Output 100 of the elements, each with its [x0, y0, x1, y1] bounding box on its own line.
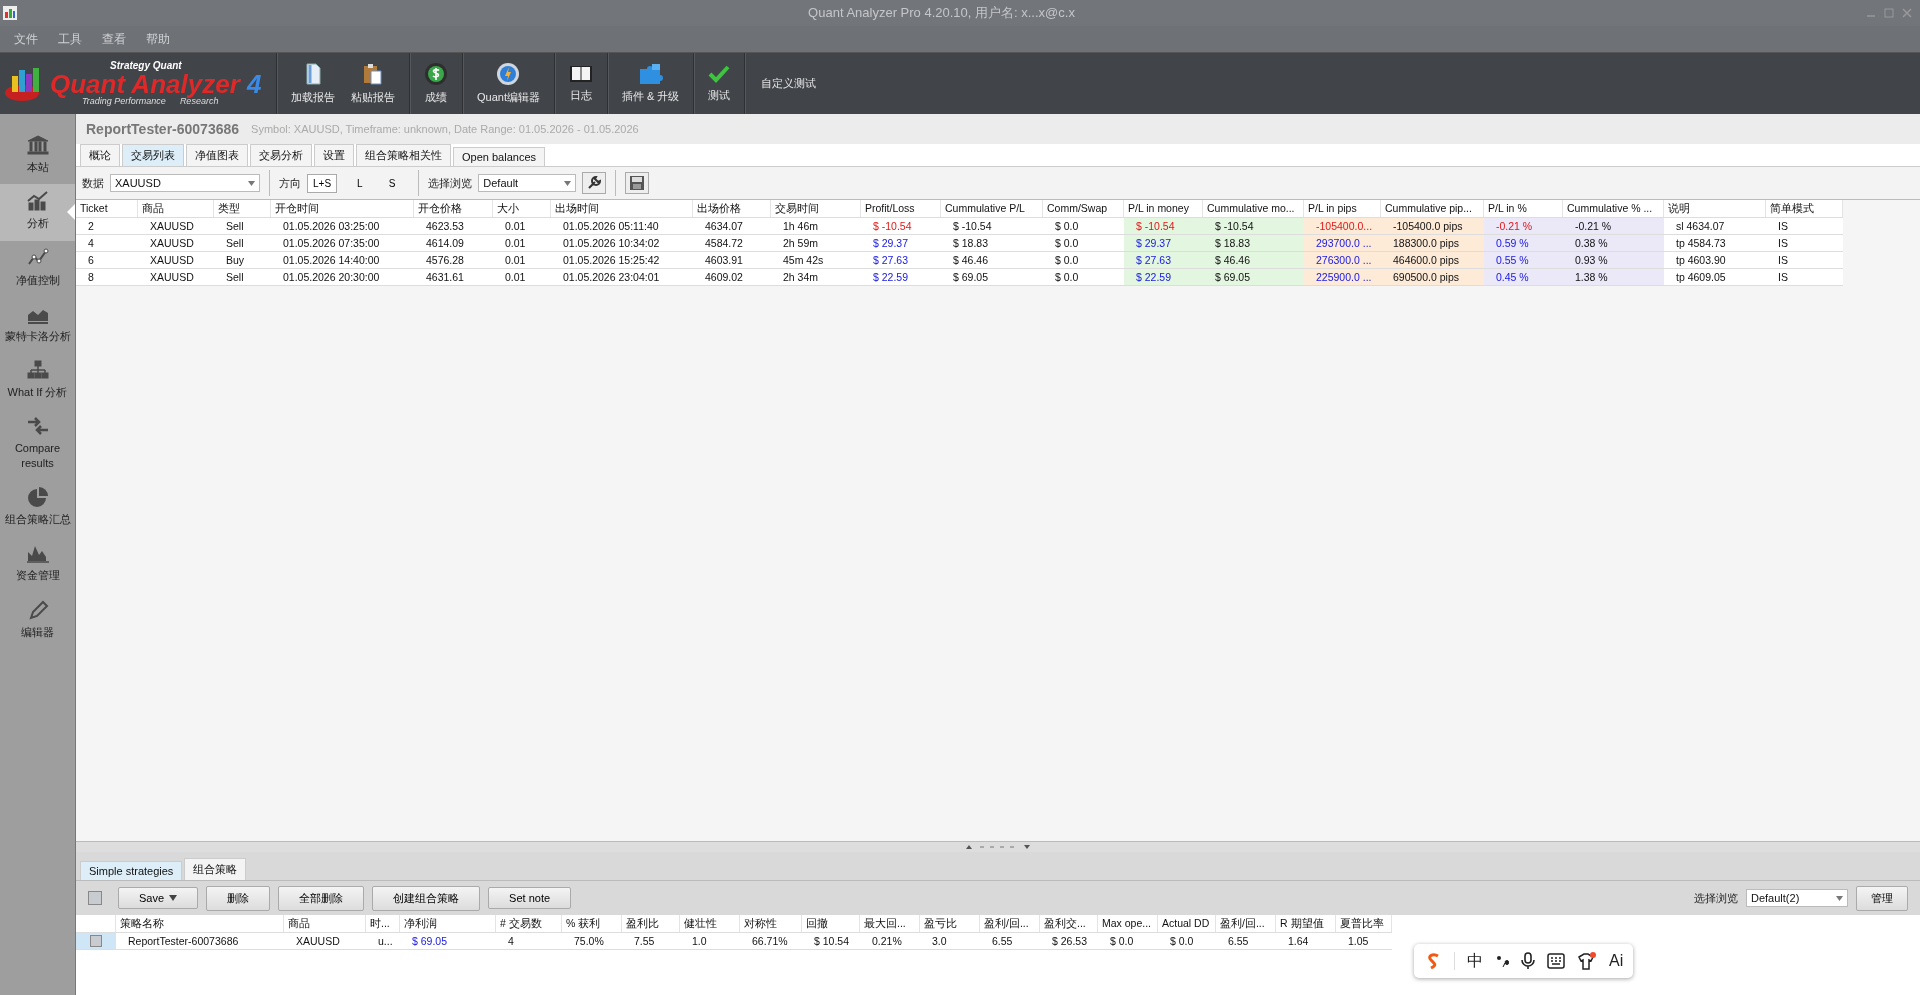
select-all-checkbox[interactable]	[88, 891, 102, 905]
toolbar-button[interactable]: 日志	[560, 53, 601, 114]
column-header[interactable]: Cummulative P/L	[941, 200, 1043, 217]
action-button[interactable]: Save	[118, 887, 199, 909]
column-header[interactable]: Actual DD	[1158, 915, 1216, 932]
column-header[interactable]: P/L in %	[1484, 200, 1563, 217]
tab[interactable]: 净值图表	[186, 144, 248, 166]
column-header[interactable]: Max ope...	[1098, 915, 1158, 932]
tab[interactable]: 交易分析	[250, 144, 312, 166]
column-header[interactable]: 盈亏比	[920, 915, 980, 932]
column-header[interactable]: R 期望值	[1276, 915, 1336, 932]
column-header[interactable]: 说明	[1664, 200, 1766, 217]
column-header[interactable]: 开仓价格	[414, 200, 493, 217]
row-checkbox[interactable]	[90, 935, 102, 947]
tab[interactable]: Simple strategies	[80, 861, 183, 880]
tab[interactable]: 组合策略	[184, 858, 247, 880]
view-dropdown[interactable]: Default	[478, 174, 577, 192]
column-header[interactable]: 健壮性	[680, 915, 740, 932]
direction-toggle[interactable]: S	[382, 173, 402, 193]
table-cell: $ 46.46	[1203, 252, 1304, 268]
column-header[interactable]: 盈利比	[622, 915, 680, 932]
tab[interactable]: 交易列表	[122, 144, 184, 166]
column-header[interactable]: 出场时间	[551, 200, 693, 217]
column-header[interactable]: 简单模式	[1766, 200, 1843, 217]
column-header[interactable]: 类型	[214, 200, 271, 217]
shirt-icon[interactable]	[1577, 952, 1597, 970]
column-header[interactable]: 回撤	[802, 915, 860, 932]
column-header[interactable]: 大小	[493, 200, 551, 217]
data-dropdown[interactable]: XAUUSD	[110, 174, 260, 192]
table-cell-text: 4584.72	[704, 236, 744, 251]
wrench-button[interactable]	[582, 172, 607, 194]
toolbar-button[interactable]: 加载报告	[283, 53, 343, 114]
tagline: Trading Performance	[82, 97, 166, 106]
column-header[interactable]: P/L in pips	[1304, 200, 1381, 217]
column-header[interactable]: 交易时间	[771, 200, 861, 217]
direction-toggle[interactable]: L+S	[307, 173, 338, 193]
tab[interactable]: 设置	[314, 144, 354, 166]
column-header[interactable]: Cummulative pip...	[1381, 200, 1484, 217]
view-dropdown[interactable]: Default(2)	[1746, 889, 1848, 907]
table-cell-text: Sell	[225, 236, 245, 251]
column-header[interactable]: Profit/Loss	[861, 200, 941, 217]
column-header[interactable]: 对称性	[740, 915, 802, 932]
table-cell-text: Sell	[225, 219, 245, 234]
tab[interactable]: 概论	[80, 144, 120, 166]
sidebar-item[interactable]: 资金管理	[0, 536, 75, 593]
sidebar-item[interactable]: 蒙特卡洛分析	[0, 296, 75, 354]
sidebar-item[interactable]: Compare results	[0, 409, 75, 481]
toolbar-button[interactable]: 插件 & 升级	[613, 53, 688, 114]
sidebar-item[interactable]: 组合策略汇总	[0, 480, 75, 537]
column-header[interactable]: Comm/Swap	[1043, 200, 1124, 217]
column-header[interactable]: 商品	[284, 915, 366, 932]
table-cell-text: ReportTester-60073686	[127, 934, 240, 949]
column-header[interactable]: 出场价格	[693, 200, 771, 217]
toolbar-button[interactable]: 成绩	[416, 53, 456, 114]
column-header[interactable]: 净利润	[400, 915, 496, 932]
action-button[interactable]: 全部删除	[278, 885, 365, 911]
direction-toggle[interactable]: L	[351, 173, 369, 193]
punctuation-icon[interactable]	[1495, 953, 1509, 969]
keyboard-icon[interactable]	[1547, 953, 1565, 969]
action-button[interactable]: Set note	[488, 887, 572, 909]
microphone-icon[interactable]	[1521, 952, 1535, 970]
sidebar-item[interactable]: 净值控制	[0, 240, 75, 297]
toolbar-button[interactable]: 粘贴报告	[343, 53, 403, 114]
toolbar-button[interactable]: Quant编辑器	[469, 53, 548, 114]
column-header[interactable]: 盈利/回...	[1216, 915, 1276, 932]
column-header[interactable]: 最大回...	[860, 915, 920, 932]
field-label: 方向	[279, 175, 301, 191]
column-header[interactable]: 时...	[366, 915, 400, 932]
column-header[interactable]: 盈利/回...	[980, 915, 1040, 932]
table-cell-text: tp 4603.90	[1675, 253, 1727, 268]
column-header[interactable]: 策略名称	[116, 915, 284, 932]
table-cell-text: 01.05.2026 23:04:01	[562, 270, 661, 285]
action-button[interactable]: 创建组合策略	[372, 885, 481, 911]
toolbar-button[interactable]: 测试	[700, 53, 739, 114]
sidebar-item[interactable]: What If 分析	[0, 353, 75, 410]
table-cell-text: 01.05.2026 03:25:00	[282, 219, 381, 234]
column-header[interactable]: 商品	[138, 200, 214, 217]
column-header[interactable]: # 交易数	[496, 915, 562, 932]
sidebar-item[interactable]: 编辑器	[0, 592, 75, 649]
input-mode-toggle[interactable]: 中	[1467, 950, 1483, 972]
sidebar-item[interactable]: 分析	[0, 184, 75, 241]
toolbar-button[interactable]: 自定义测试	[751, 53, 827, 114]
column-header[interactable]: Cummulative % ...	[1563, 200, 1664, 217]
action-button[interactable]: 删除	[206, 885, 271, 911]
column-header[interactable]: 开仓时间	[271, 200, 414, 217]
tab[interactable]: Open balances	[453, 147, 545, 166]
column-header[interactable]: P/L in money	[1124, 200, 1203, 217]
save-csv-button[interactable]	[625, 172, 650, 194]
column-header[interactable]: 盈利交...	[1040, 915, 1098, 932]
splitter-handle-icon[interactable]	[966, 844, 1030, 850]
sidebar-item[interactable]: 本站	[0, 128, 75, 185]
column-header[interactable]: 夏普比率	[1336, 915, 1392, 932]
column-header[interactable]: Cummulative mo...	[1203, 200, 1304, 217]
column-header[interactable]: % 获利	[562, 915, 622, 932]
tab[interactable]: 组合策略相关性	[356, 144, 451, 166]
table-cell-text: $ 0.0	[1054, 236, 1080, 251]
ai-button[interactable]: Ai	[1609, 952, 1624, 970]
manage-button[interactable]: 管理	[1856, 885, 1908, 911]
column-header[interactable]: Ticket	[76, 200, 138, 217]
table-cell-text: XAUUSD	[149, 270, 195, 285]
